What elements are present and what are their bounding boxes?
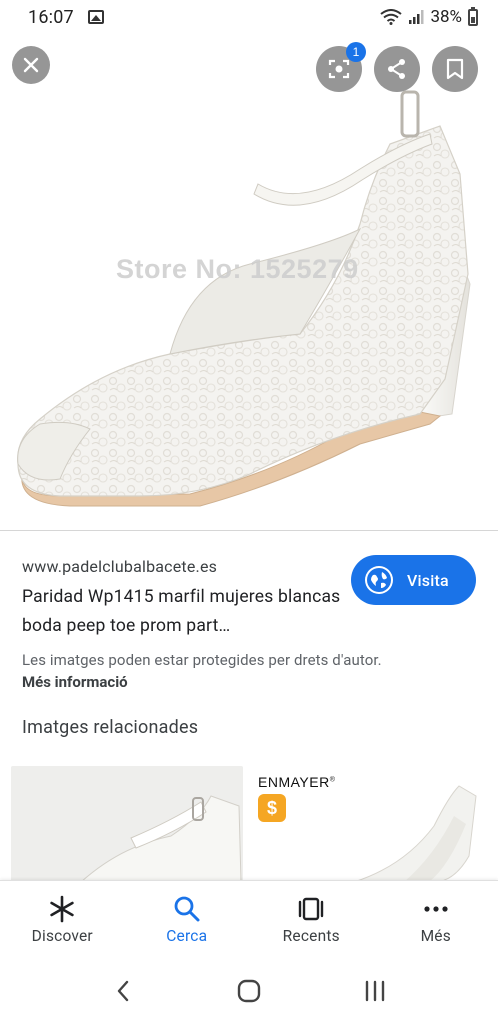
nav-more[interactable]: Més [374,881,498,958]
home-button[interactable] [229,971,269,1011]
visit-label: Visita [407,570,449,590]
image-watermark: Store No: 1525279 [116,254,359,284]
asterisk-icon [47,895,77,923]
bookmark-icon [446,58,464,80]
wifi-icon [380,9,403,25]
status-bar: 16:07 38% [0,0,498,34]
close-icon [23,57,39,73]
lens-badge: 1 [346,42,366,62]
globe-icon [365,566,393,594]
status-time: 16:07 [28,6,74,28]
battery-icon [468,6,478,26]
nav-label: Més [420,927,451,945]
more-info-link[interactable]: Més informació [22,673,128,691]
share-button[interactable] [374,46,420,92]
back-button[interactable] [103,971,143,1011]
dollar-icon: $ [258,794,286,822]
copyright-notice: Les imatges poden estar protegides per d… [22,651,382,669]
more-icon [421,895,451,923]
close-button[interactable] [12,46,50,84]
site-url[interactable]: www.padelclubalbacete.es [22,557,217,576]
nav-label: Recents [282,927,340,945]
back-icon [117,980,129,1002]
related-thumbnail[interactable] [11,766,243,882]
system-navigation [0,958,498,1024]
related-thumbnail[interactable]: ENMAYER® $ [254,766,487,882]
nav-label: Cerca [166,927,208,945]
brand-logo: ENMAYER® [258,774,336,790]
bottom-navigation: Discover Cerca Recents Més [0,880,498,958]
visit-button[interactable]: Visita [351,555,476,605]
related-shoe-image [11,766,243,882]
recents-icon [296,895,326,923]
gallery-icon [87,10,104,24]
search-icon [172,895,202,923]
lens-icon [328,59,350,79]
save-button[interactable] [432,46,478,92]
divider [0,530,498,531]
status-indicators: 38% [380,6,478,27]
image-preview[interactable]: Store No: 1525279 1 [0,0,498,530]
nav-search[interactable]: Cerca [125,881,250,958]
nav-discover[interactable]: Discover [0,881,125,958]
nav-recents[interactable]: Recents [249,881,374,958]
result-title[interactable]: Paridad Wp1415 marfil mujeres blancas bo… [22,583,342,641]
nav-label: Discover [31,927,93,945]
recent-apps-icon [365,980,385,1002]
battery-percent: 38% [430,7,462,27]
share-icon [388,59,405,79]
signal-icon [409,10,424,24]
related-heading: Imatges relacionades [22,717,199,738]
home-icon [237,979,261,1003]
recent-apps-button[interactable] [355,971,395,1011]
